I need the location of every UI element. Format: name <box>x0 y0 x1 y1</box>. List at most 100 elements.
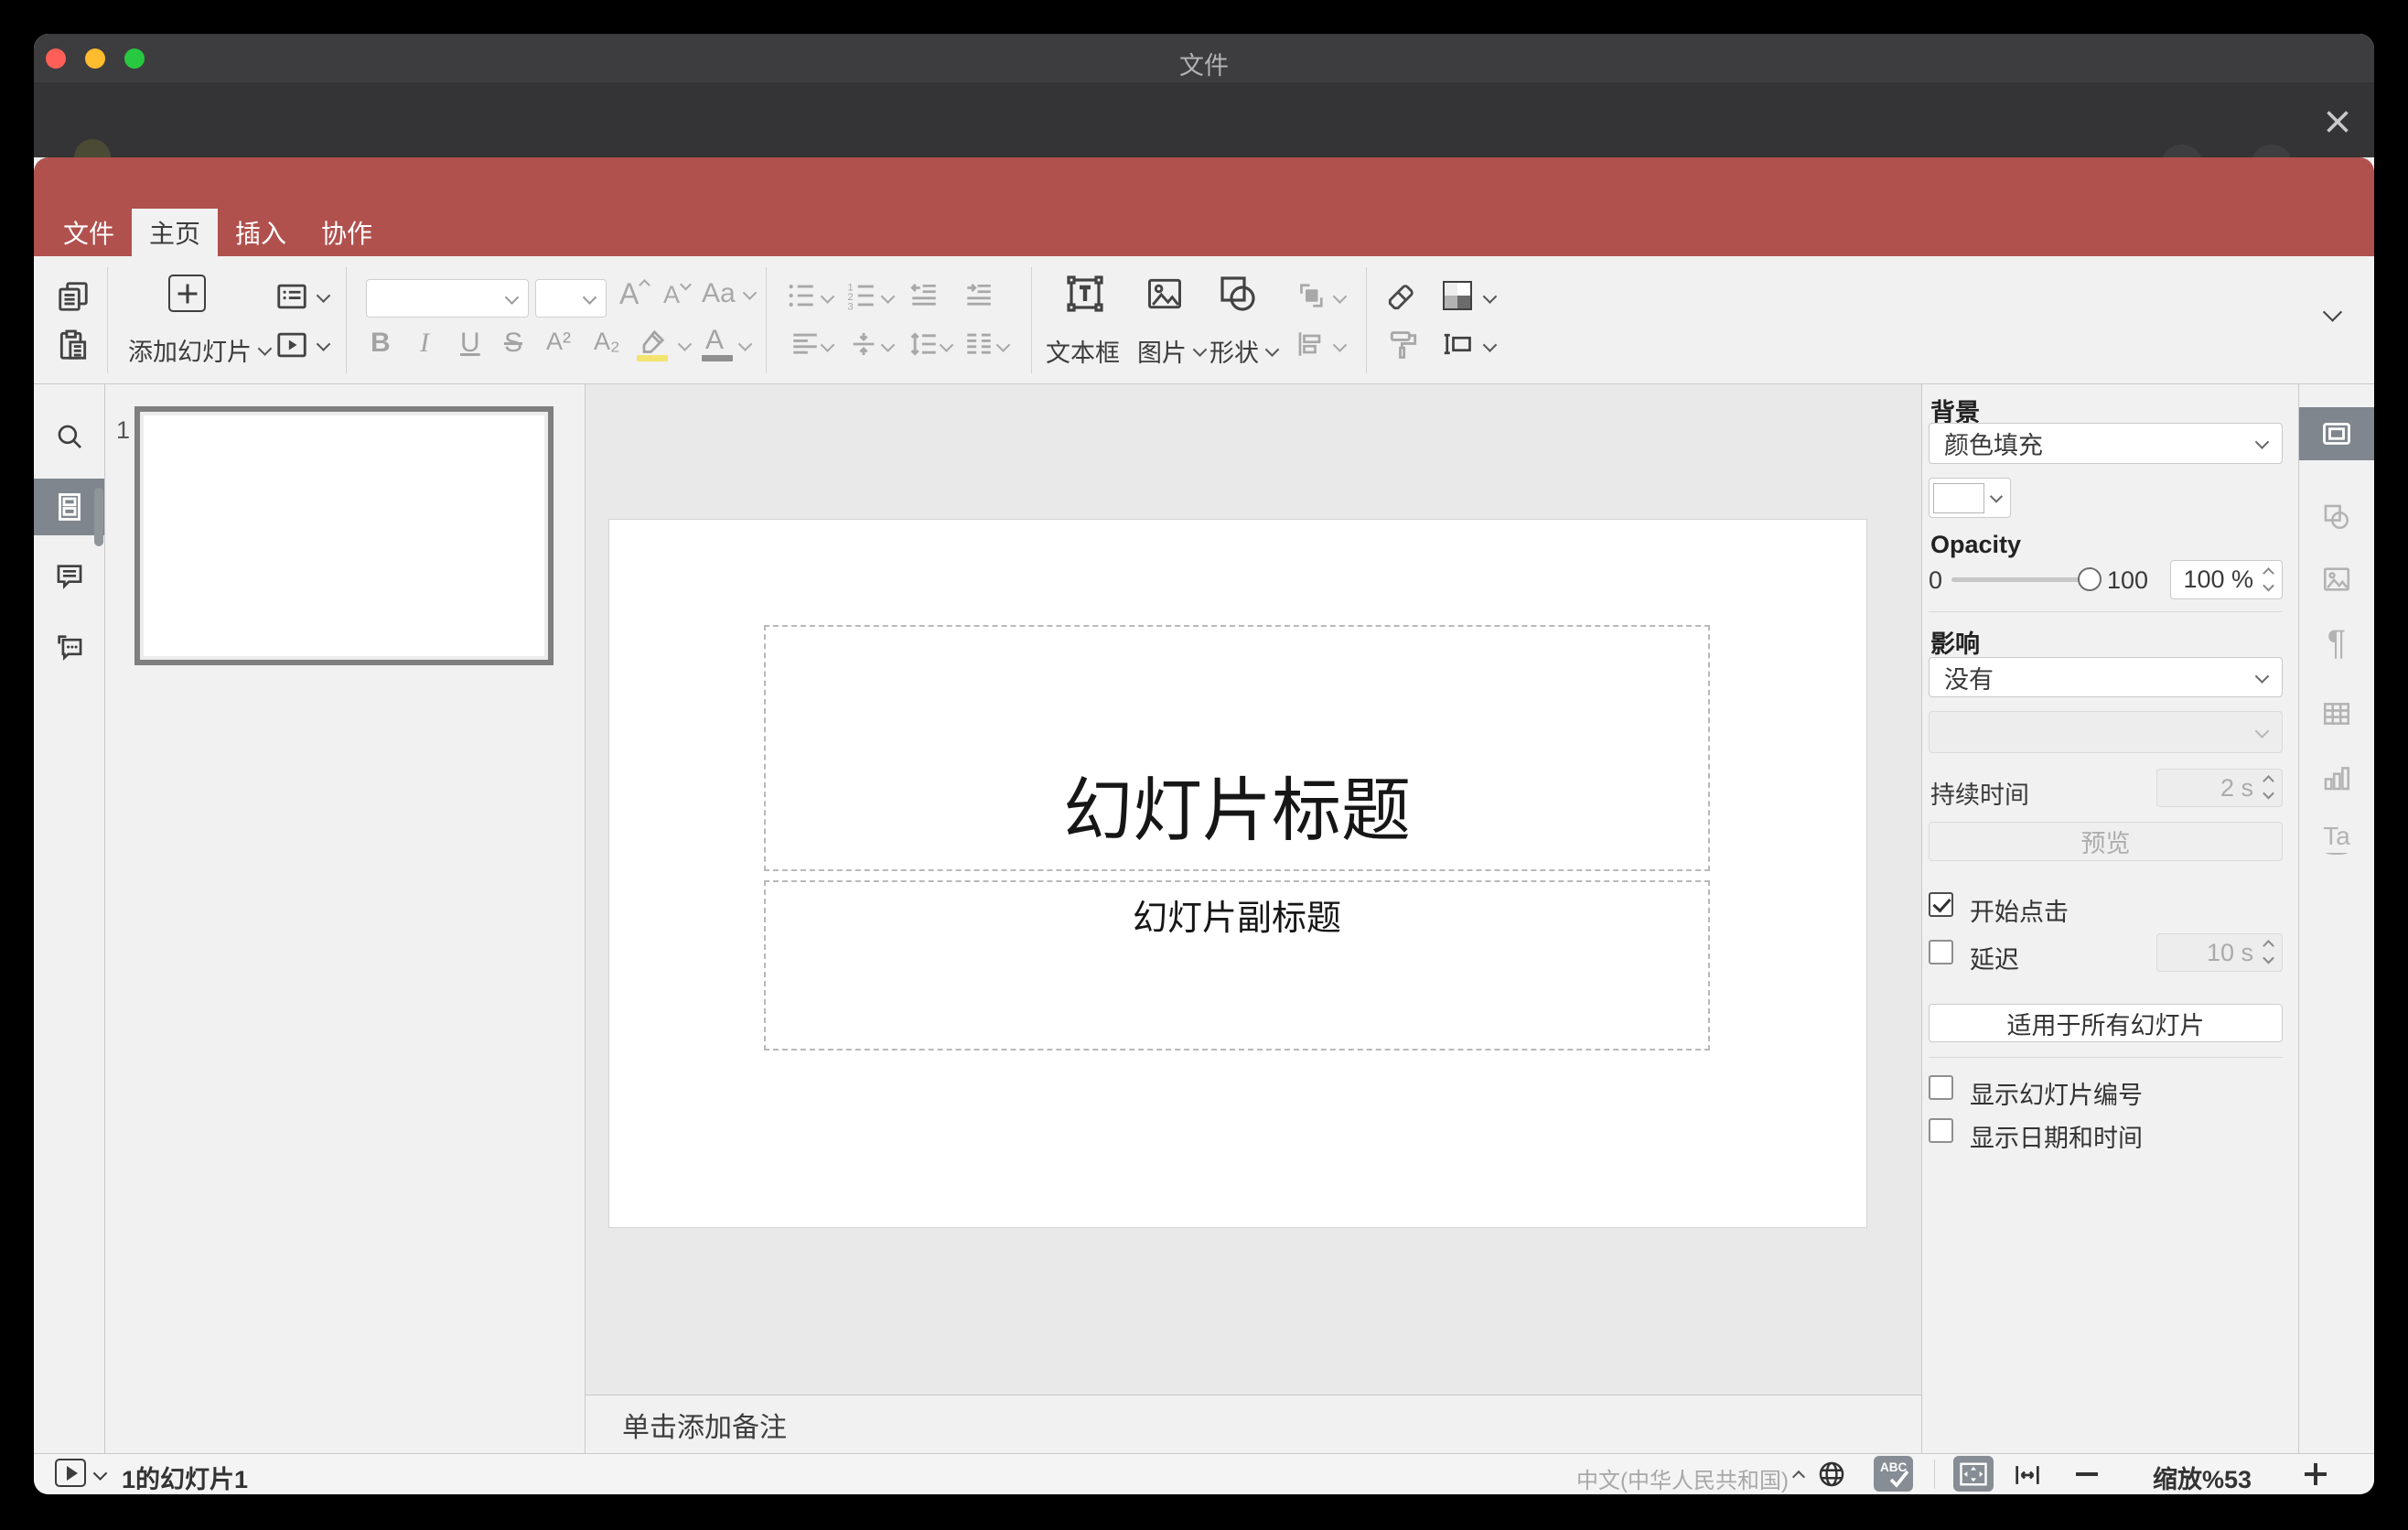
subscript-button[interactable]: A₂ <box>594 328 620 356</box>
columns-icon[interactable] <box>963 329 994 360</box>
strikethrough-button[interactable]: S <box>504 328 522 359</box>
sidebar-item-slide-settings[interactable] <box>2299 407 2374 460</box>
chat-feedback-icon[interactable] <box>54 631 85 663</box>
image-settings-icon[interactable] <box>2321 564 2352 595</box>
decrease-font-button[interactable]: A <box>663 278 692 309</box>
opacity-spinner[interactable]: 100 % <box>2170 560 2283 599</box>
comments-icon[interactable] <box>54 561 85 592</box>
spinner-arrows-icon[interactable] <box>2263 775 2274 800</box>
chevron-down-icon[interactable] <box>820 289 835 304</box>
opacity-slider-knob[interactable] <box>2078 567 2102 591</box>
document-language-globe-icon[interactable] <box>1816 1459 1847 1490</box>
chart-settings-icon[interactable] <box>2321 762 2352 793</box>
background-fill-select[interactable]: 颜色填充 <box>1929 423 2283 464</box>
effect-variant-select[interactable] <box>1929 711 2283 753</box>
sidebar-scroll-handle[interactable] <box>94 488 103 546</box>
spinner-arrows-icon[interactable] <box>2263 566 2274 591</box>
search-icon[interactable] <box>54 421 85 452</box>
delay-checkbox[interactable] <box>1929 940 1953 964</box>
spellcheck-button[interactable]: ABC <box>1874 1456 1913 1492</box>
font-size-select[interactable] <box>535 279 607 318</box>
decrease-indent-icon[interactable] <box>908 280 940 311</box>
copy-style-roller-icon[interactable] <box>1386 328 1421 362</box>
tab-file[interactable]: 文件 <box>46 209 132 256</box>
add-slide-button[interactable] <box>168 275 206 312</box>
bold-button[interactable]: B <box>371 328 391 359</box>
copy-icon[interactable] <box>56 279 91 314</box>
add-slide-label[interactable]: 添加幻灯片 <box>128 332 273 368</box>
horizontal-align-icon[interactable] <box>790 329 821 360</box>
show-slide-number-checkbox[interactable] <box>1929 1075 1953 1100</box>
align-shapes-icon[interactable] <box>1295 328 1328 361</box>
paste-icon[interactable] <box>56 328 91 362</box>
arrange-shapes-icon[interactable] <box>1295 279 1328 312</box>
fit-to-width-icon[interactable] <box>2012 1460 2043 1491</box>
textbox-label[interactable]: 文本框 <box>1046 333 1120 369</box>
textbox-icon[interactable] <box>1063 272 1107 316</box>
fill-color-picker[interactable] <box>1929 478 2011 518</box>
chevron-down-icon[interactable] <box>939 338 954 352</box>
chevron-down-icon[interactable] <box>880 338 896 352</box>
zoom-out-button[interactable] <box>2076 1472 2098 1476</box>
start-slideshow-statusbar-button[interactable] <box>55 1459 86 1487</box>
delay-spinner[interactable]: 10 s <box>2156 933 2283 972</box>
language-caret-icon[interactable] <box>1791 1470 1806 1484</box>
chevron-down-icon[interactable] <box>677 337 693 351</box>
slide-thumbnail-selected[interactable] <box>134 406 554 665</box>
opacity-slider-track[interactable] <box>1951 577 2085 582</box>
show-date-time-checkbox[interactable] <box>1929 1118 1953 1143</box>
table-settings-icon[interactable] <box>2321 698 2352 729</box>
duration-spinner[interactable]: 2 s <box>2156 769 2283 807</box>
vertical-align-icon[interactable] <box>848 329 879 360</box>
zoom-in-button[interactable] <box>2305 1463 2327 1485</box>
font-color-button[interactable]: A <box>705 325 724 356</box>
subtitle-placeholder[interactable]: 幻灯片副标题 <box>764 880 1710 1051</box>
chevron-down-icon[interactable] <box>1482 289 1498 304</box>
start-on-click-checkbox[interactable] <box>1929 892 1953 917</box>
close-icon[interactable] <box>2321 105 2354 138</box>
chevron-down-icon[interactable] <box>820 338 835 352</box>
chevron-down-icon[interactable] <box>1482 338 1498 352</box>
text-art-settings-icon[interactable]: Ta <box>2321 824 2352 855</box>
shape-settings-icon[interactable] <box>2321 501 2352 533</box>
numbered-list-icon[interactable]: 123 <box>846 280 877 311</box>
shape-icon[interactable] <box>1216 272 1260 316</box>
chevron-down-icon[interactable] <box>92 1466 108 1481</box>
color-scheme-icon[interactable] <box>1443 281 1472 310</box>
shape-label[interactable]: 形状 <box>1209 333 1280 369</box>
paragraph-settings-icon[interactable]: ¶ <box>2321 626 2352 661</box>
title-placeholder[interactable]: 幻灯片标题 <box>764 625 1710 871</box>
chevron-down-icon[interactable] <box>737 337 753 351</box>
tab-home[interactable]: 主页 <box>132 209 219 256</box>
underline-button[interactable]: U <box>460 328 480 359</box>
tab-insert[interactable]: 插入 <box>218 209 304 256</box>
bullet-list-icon[interactable] <box>786 280 817 311</box>
image-icon[interactable] <box>1145 274 1185 314</box>
spinner-arrows-icon[interactable] <box>2263 940 2274 964</box>
line-spacing-icon[interactable] <box>908 329 940 360</box>
increase-indent-icon[interactable] <box>963 280 994 311</box>
transition-effect-select[interactable]: 没有 <box>1929 657 2283 697</box>
language-label[interactable]: 中文(中华人民共和国) <box>1576 1462 1789 1494</box>
tab-collaboration[interactable]: 协作 <box>304 209 390 256</box>
slide-layout-button[interactable] <box>274 279 331 314</box>
fit-to-slide-button[interactable] <box>1953 1456 1994 1492</box>
chevron-down-icon[interactable] <box>995 338 1011 352</box>
slide-size-icon[interactable] <box>1441 328 1474 361</box>
chevron-down-icon[interactable] <box>1332 289 1348 304</box>
start-slideshow-button[interactable] <box>274 328 331 362</box>
notes-area[interactable]: 单击添加备注 <box>586 1395 1921 1453</box>
increase-font-button[interactable]: A <box>619 277 651 311</box>
highlight-color-icon[interactable] <box>636 326 669 359</box>
italic-button[interactable]: I <box>420 328 429 359</box>
font-name-select[interactable] <box>366 279 529 318</box>
preview-button[interactable]: 预览 <box>1929 822 2283 861</box>
superscript-button[interactable]: A² <box>546 328 571 356</box>
theme-gallery-expand-icon[interactable] <box>2322 302 2343 322</box>
clear-style-eraser-icon[interactable] <box>1384 279 1419 314</box>
image-label[interactable]: 图片 <box>1137 333 1208 369</box>
apply-to-all-slides-button[interactable]: 适用于所有幻灯片 <box>1929 1004 2283 1042</box>
chevron-down-icon[interactable] <box>1332 338 1348 352</box>
change-case-button[interactable]: Aa <box>702 278 757 309</box>
chevron-down-icon[interactable] <box>880 289 896 304</box>
